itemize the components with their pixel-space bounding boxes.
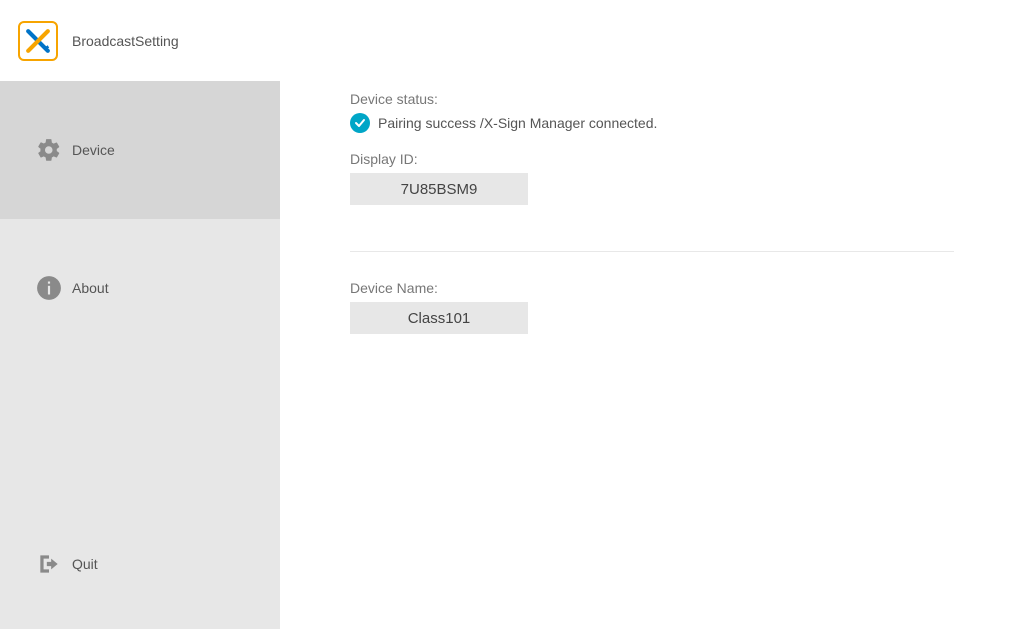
- device-status-label: Device status:: [350, 91, 954, 107]
- gear-icon: [36, 137, 62, 163]
- sidebar-item-label: About: [72, 280, 109, 296]
- app-title: BroadcastSetting: [72, 33, 179, 49]
- device-name-label: Device Name:: [350, 280, 954, 296]
- device-status-row: Pairing success /X-Sign Manager connecte…: [350, 113, 954, 133]
- sidebar-quit-label: Quit: [72, 556, 98, 572]
- app-logo: [18, 21, 58, 61]
- display-id-label: Display ID:: [350, 151, 954, 167]
- info-icon: [36, 275, 62, 301]
- main-content: Device status: Pairing success /X-Sign M…: [280, 81, 1024, 629]
- app-body: Device About: [0, 81, 1024, 629]
- device-status-text: Pairing success /X-Sign Manager connecte…: [378, 115, 657, 131]
- exit-icon: [36, 551, 62, 577]
- sidebar-item-about[interactable]: About: [0, 219, 280, 357]
- sidebar-item-device[interactable]: Device: [0, 81, 280, 219]
- app-root: BroadcastSetting Device: [0, 0, 1024, 629]
- sidebar: Device About: [0, 81, 280, 629]
- check-circle-icon: [350, 113, 370, 133]
- sidebar-item-label: Device: [72, 142, 115, 158]
- display-id-value: 7U85BSM9: [350, 173, 528, 205]
- x-sign-logo-icon: [24, 27, 52, 55]
- sidebar-spacer: [0, 357, 280, 499]
- app-header: BroadcastSetting: [0, 0, 1024, 81]
- sidebar-item-quit[interactable]: Quit: [0, 499, 280, 629]
- section-divider: [350, 251, 954, 252]
- device-name-value[interactable]: Class101: [350, 302, 528, 334]
